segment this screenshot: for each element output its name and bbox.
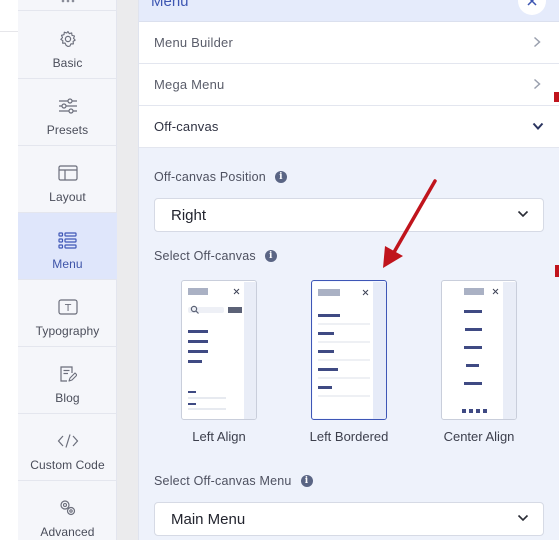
settings-sidebar: Basic Presets Layout Menu T Typography B… [18, 0, 117, 540]
option-label: Center Align [443, 429, 515, 444]
sidebar-item-advanced[interactable]: Advanced [18, 481, 117, 540]
sliders-icon [57, 96, 79, 116]
left-align-preview [181, 280, 257, 420]
sidebar-item-custom-code[interactable]: Custom Code [18, 414, 117, 481]
offcanvas-position-label-text: Off-canvas Position [154, 170, 266, 184]
chevron-down-icon [532, 122, 544, 130]
select-offcanvas-menu-label: Select Off-canvas Menu i [154, 474, 313, 488]
offcanvas-option-center-align[interactable]: Center Align [441, 280, 517, 444]
gear-icon [57, 29, 79, 49]
sidebar-item-top[interactable] [18, 0, 117, 11]
offcanvas-menu-value: Main Menu [171, 510, 246, 528]
panel-title: Menu [151, 0, 189, 10]
select-offcanvas-menu-label-text: Select Off-canvas Menu [154, 474, 292, 488]
info-icon[interactable]: i [274, 171, 287, 183]
left-bordered-preview [311, 280, 387, 420]
info-icon[interactable]: i [264, 250, 277, 262]
chevron-down-icon [517, 210, 529, 218]
accordion-menu-builder[interactable]: Menu Builder [139, 22, 559, 64]
panel-header: Menu [139, 0, 559, 22]
offcanvas-position-select[interactable]: Right [154, 198, 544, 232]
sidebar-item-label: Basic [52, 56, 83, 70]
left-bordered-preview-graphic [313, 282, 386, 419]
sidebar-item-label: Layout [49, 190, 86, 204]
offcanvas-position-value: Right [171, 206, 207, 224]
accordion-off-canvas[interactable]: Off-canvas [139, 106, 559, 148]
edge-mark [554, 92, 559, 102]
sidebar-item-layout[interactable]: Layout [18, 146, 117, 213]
layout-icon [57, 163, 79, 183]
accordion-label: Off-canvas [154, 119, 219, 134]
close-button[interactable] [518, 0, 546, 15]
offcanvas-option-left-bordered[interactable]: Left Bordered [310, 280, 388, 444]
sidebar-item-blog[interactable]: Blog [18, 347, 117, 414]
sidebar-item-label: Presets [46, 123, 89, 137]
advanced-gears-icon [57, 498, 79, 518]
chevron-down-icon [517, 514, 529, 522]
accordion-label: Mega Menu [154, 77, 225, 92]
close-icon [527, 0, 537, 6]
code-icon [57, 431, 79, 451]
sidebar-item-label: Blog [55, 391, 80, 405]
offcanvas-menu-select[interactable]: Main Menu [154, 502, 544, 536]
info-icon[interactable]: i [300, 475, 313, 487]
sidebar-item-basic[interactable]: Basic [18, 12, 117, 79]
dots-icon [57, 0, 79, 10]
option-label: Left Align [192, 429, 246, 444]
sidebar-item-menu[interactable]: Menu [18, 213, 117, 280]
offcanvas-option-left-align[interactable]: Left Align [181, 280, 257, 444]
sidebar-item-label: Typography [35, 324, 100, 338]
accordion-label: Menu Builder [154, 35, 233, 50]
sidebar-item-presets[interactable]: Presets [18, 79, 117, 146]
select-offcanvas-label-text: Select Off-canvas [154, 249, 256, 263]
edge-mark [555, 265, 559, 277]
sidebar-item-label: Advanced [40, 525, 95, 539]
chevron-right-icon [533, 36, 541, 48]
svg-text:T: T [63, 303, 71, 314]
chevron-right-icon [533, 78, 541, 90]
panel-gutter [117, 0, 138, 540]
menu-settings-panel: Menu Menu Builder Mega Menu Off-canvas O… [138, 0, 559, 540]
blog-edit-icon [57, 364, 79, 384]
left-align-preview-graphic [183, 282, 256, 419]
option-label: Left Bordered [309, 429, 389, 444]
select-offcanvas-label: Select Off-canvas i [154, 249, 277, 263]
page-background [0, 0, 18, 540]
sidebar-item-typography[interactable]: T Typography [18, 280, 117, 347]
offcanvas-position-label: Off-canvas Position i [154, 170, 287, 184]
center-align-preview [441, 280, 517, 420]
accordion-mega-menu[interactable]: Mega Menu [139, 64, 559, 106]
sidebar-item-label: Menu [52, 257, 83, 271]
background-divider [0, 31, 18, 32]
center-align-preview-graphic [443, 282, 516, 419]
menu-list-icon [57, 230, 79, 250]
typography-icon: T [57, 297, 79, 317]
sidebar-item-label: Custom Code [30, 458, 105, 472]
annotation-arrow-icon [383, 179, 437, 268]
